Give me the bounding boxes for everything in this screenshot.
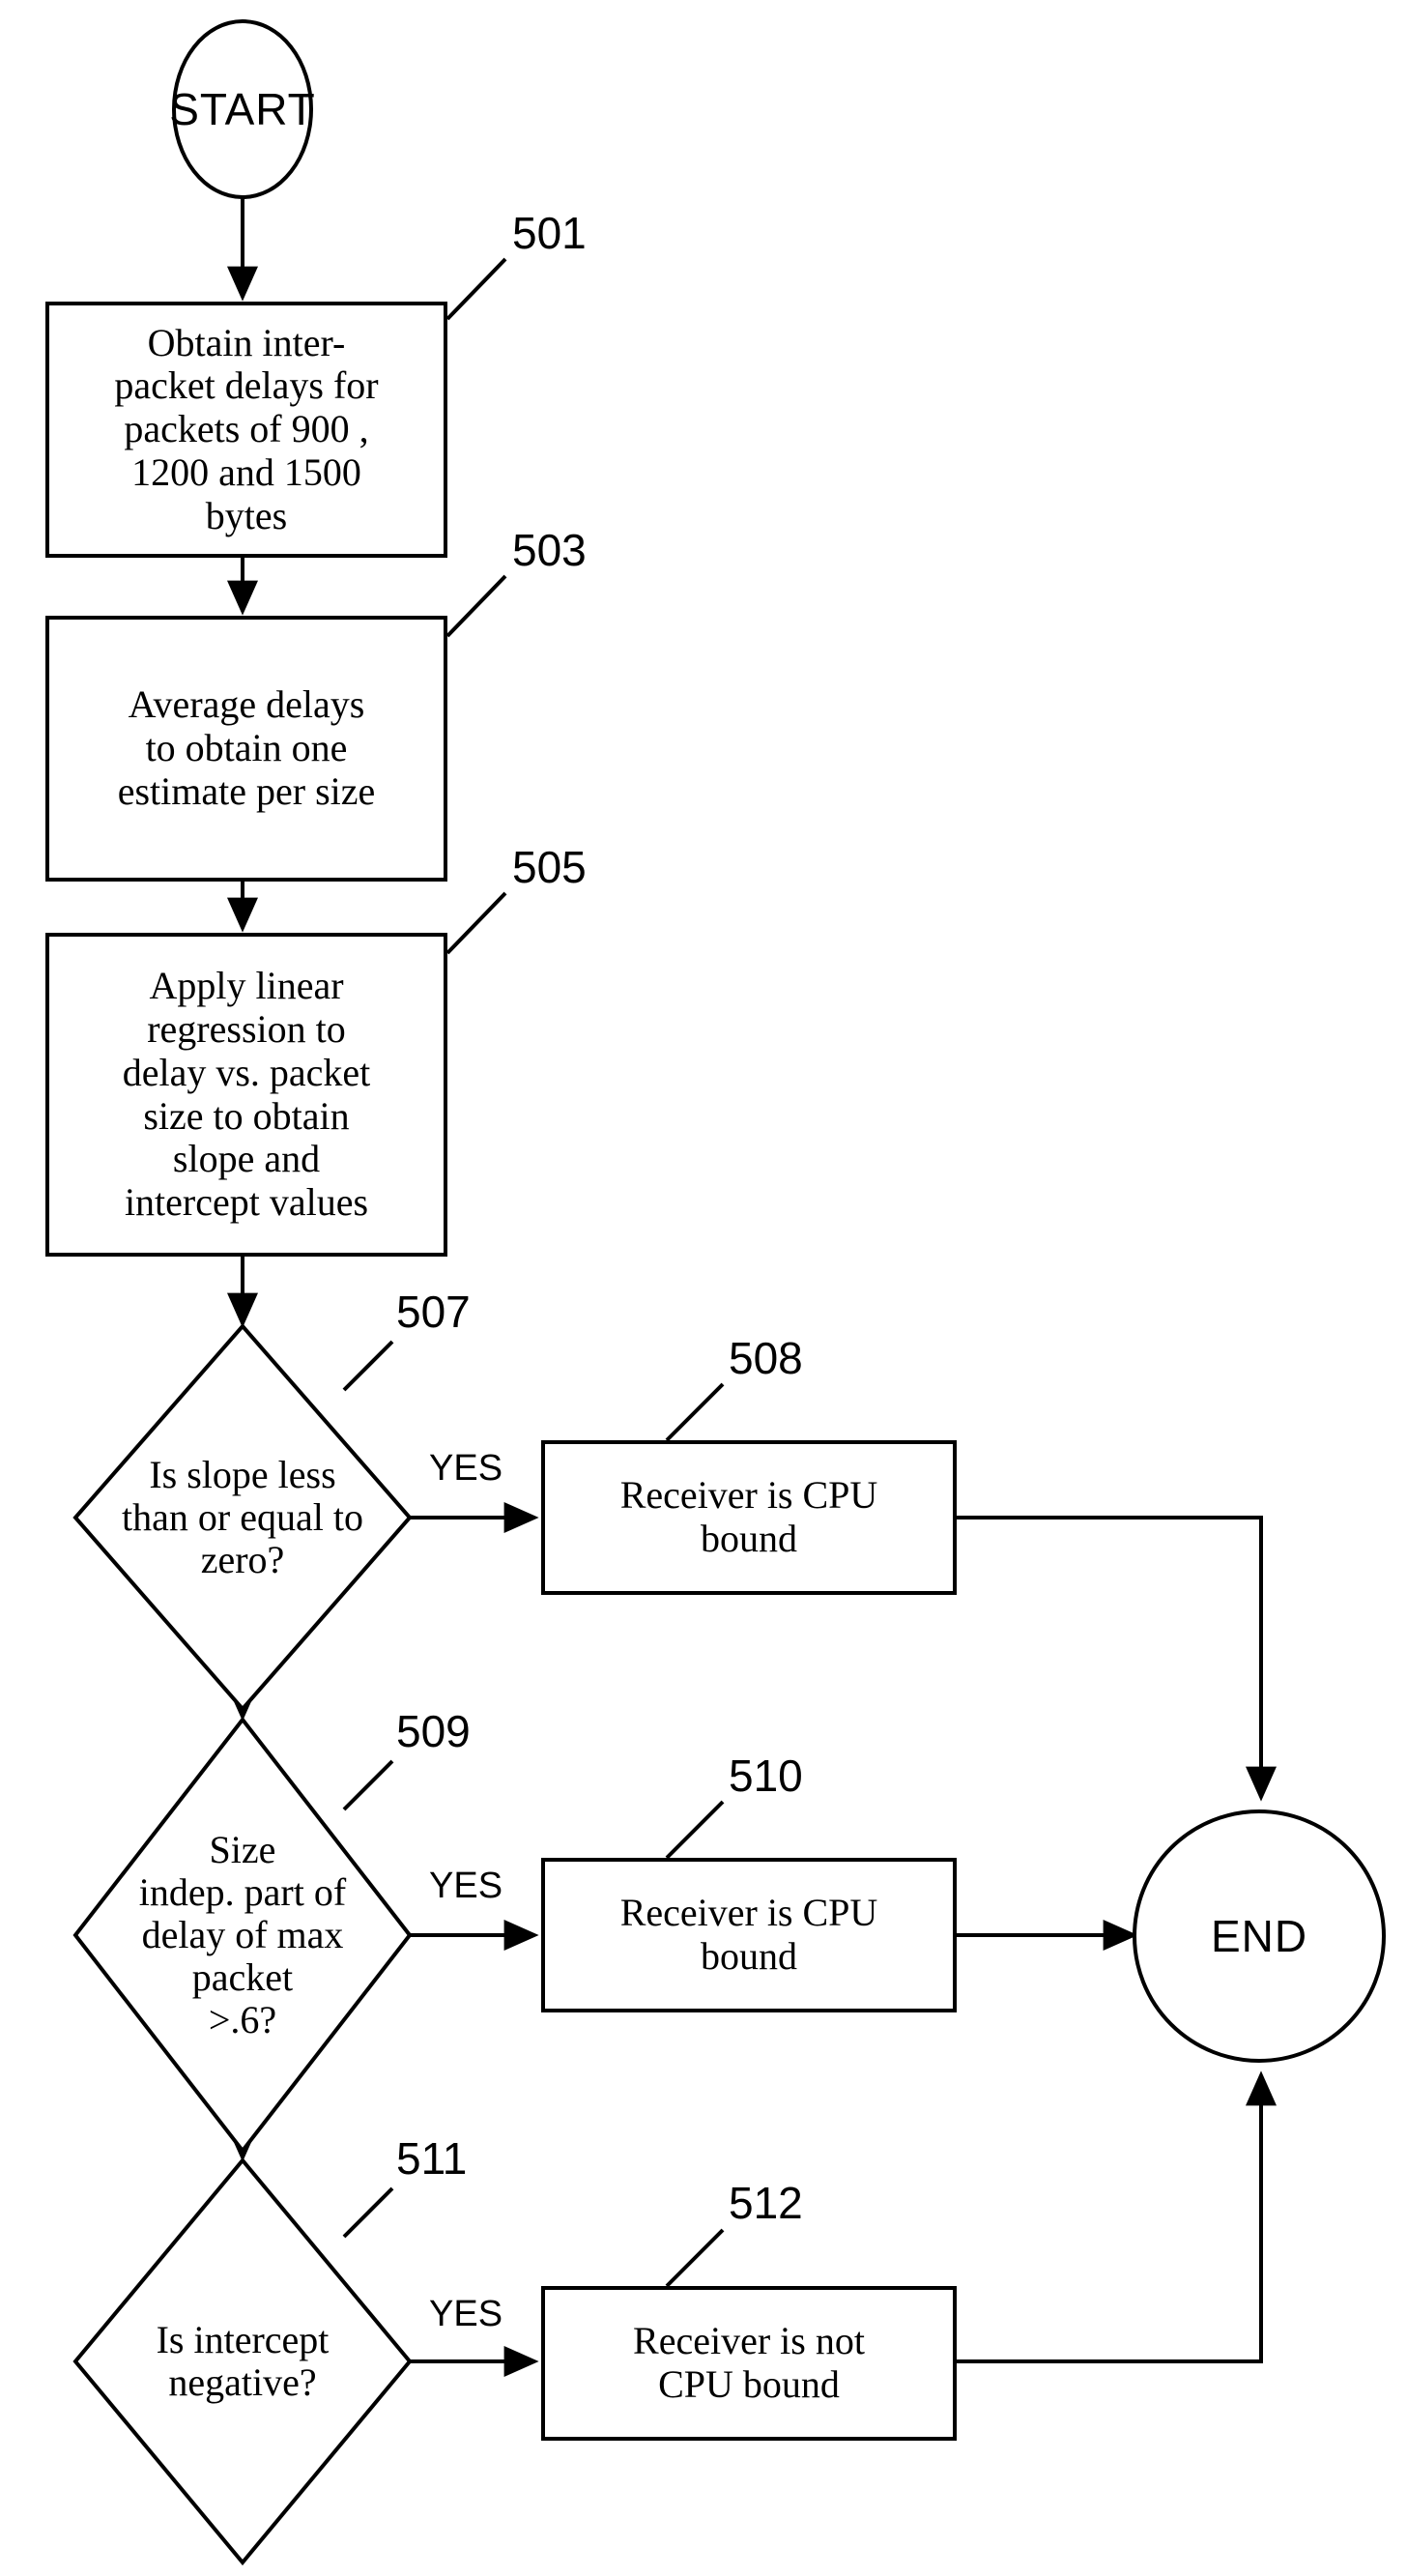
process-box-512-text: Receiver is not CPU bound — [633, 2319, 865, 2406]
reference-numeral-507: 507 — [396, 1287, 471, 1337]
reference-numeral-511: 511 — [396, 2133, 468, 2184]
end-label: END — [1210, 1911, 1308, 1961]
reference-numeral-510: 510 — [729, 1751, 803, 1801]
decision-507-text: Is slope less than or equal to zero? — [122, 1453, 363, 1581]
process-box-505: Apply linear regression to delay vs. pac… — [45, 933, 447, 1257]
decision-507: Is slope less than or equal to zero? — [75, 1326, 410, 1709]
leader-503 — [445, 574, 507, 638]
leader-508 — [665, 1382, 725, 1442]
reference-numeral-505: 505 — [512, 842, 587, 892]
decision-509: Size indep. part of delay of max packet … — [75, 1720, 410, 2151]
process-box-501: Obtain inter- packet delays for packets … — [45, 302, 447, 558]
flowchart-figure: START Obtain inter- packet delays for pa… — [0, 0, 1407, 2576]
reference-numeral-512: 512 — [729, 2178, 803, 2228]
start-terminator: START — [169, 19, 316, 199]
process-box-503: Average delays to obtain one estimate pe… — [45, 616, 447, 882]
process-box-508-text: Receiver is CPU bound — [619, 1473, 878, 1560]
edge-label-yes-507: YES — [429, 1448, 503, 1489]
decision-511: Is intercept negative? — [75, 2160, 410, 2562]
edge-label-yes-509: YES — [429, 1866, 503, 1906]
start-label: START — [169, 84, 316, 134]
decision-511-text-wrap: Is intercept negative? — [116, 2160, 370, 2562]
decision-507-text-wrap: Is slope less than or equal to zero? — [116, 1326, 370, 1709]
process-box-505-text: Apply linear regression to delay vs. pac… — [122, 964, 371, 1225]
leader-505 — [445, 891, 507, 955]
leader-501 — [445, 257, 507, 321]
connector-508-to-end — [957, 1516, 1277, 1802]
process-box-508: Receiver is CPU bound — [541, 1440, 957, 1595]
reference-numeral-509: 509 — [396, 1706, 471, 1756]
leader-512 — [665, 2228, 725, 2288]
process-box-510: Receiver is CPU bound — [541, 1858, 957, 2012]
process-box-512: Receiver is not CPU bound — [541, 2286, 957, 2441]
reference-numeral-501: 501 — [512, 208, 587, 258]
end-terminator: END — [1133, 1809, 1386, 2063]
decision-509-text: Size indep. part of delay of max packet … — [138, 1828, 347, 2041]
process-box-501-text: Obtain inter- packet delays for packets … — [114, 320, 379, 537]
edge-label-yes-511: YES — [429, 2294, 503, 2334]
decision-509-text-wrap: Size indep. part of delay of max packet … — [116, 1720, 370, 2151]
decision-511-text: Is intercept negative? — [156, 2318, 330, 2404]
leader-510 — [665, 1800, 725, 1860]
reference-numeral-508: 508 — [729, 1333, 803, 1383]
connector-512-to-end — [957, 2070, 1277, 2363]
process-box-503-text: Average delays to obtain one estimate pe… — [117, 682, 376, 813]
process-box-510-text: Receiver is CPU bound — [619, 1891, 878, 1978]
reference-numeral-503: 503 — [512, 525, 587, 575]
